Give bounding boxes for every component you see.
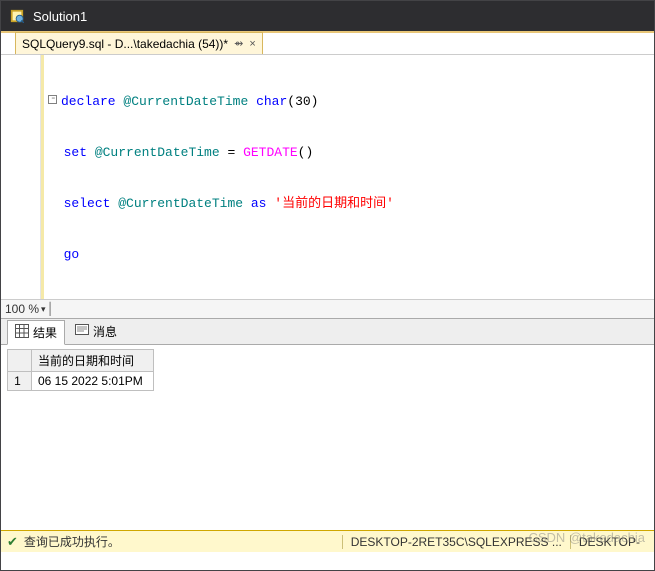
tab-results[interactable]: 结果 [7, 320, 65, 345]
table-header-row: 当前的日期和时间 [8, 350, 154, 372]
document-tab-label: SQLQuery9.sql - D...\takedachia (54))* [22, 37, 228, 51]
outline-toggle-icon[interactable] [48, 95, 57, 104]
column-header[interactable]: 当前的日期和时间 [32, 350, 154, 372]
close-icon[interactable]: × [249, 38, 255, 50]
table-row[interactable]: 1 06 15 2022 5:01PM [8, 372, 154, 391]
zoom-bar: 100 % ▾ ▏ [1, 299, 654, 319]
cell-value[interactable]: 06 15 2022 5:01PM [32, 372, 154, 391]
status-message: 查询已成功执行。 [24, 533, 120, 550]
tab-results-label: 结果 [33, 324, 57, 341]
title-bar: Solution1 [1, 1, 654, 31]
success-icon: ✔ [7, 534, 18, 550]
zoom-level[interactable]: 100 % [5, 302, 39, 316]
row-index[interactable]: 1 [8, 372, 32, 391]
row-header-blank[interactable] [8, 350, 32, 372]
chevron-down-icon[interactable]: ▾ [41, 304, 46, 315]
divider-icon: ▏ [50, 302, 59, 316]
editor-gutter [1, 55, 41, 299]
window-title: Solution1 [33, 9, 87, 24]
message-icon [75, 323, 89, 340]
tab-messages[interactable]: 消息 [67, 319, 125, 344]
document-tab-strip: SQLQuery9.sql - D...\takedachia (54))* ⇴… [1, 31, 654, 55]
document-tab[interactable]: SQLQuery9.sql - D...\takedachia (54))* ⇴… [15, 32, 263, 54]
pin-icon[interactable]: ⇴ [234, 37, 243, 50]
results-tab-strip: 结果 消息 [1, 319, 654, 345]
status-server: DESKTOP-2RET35C\SQLEXPRESS ... [342, 535, 570, 549]
editor-area: declare @CurrentDateTime char(30) set @C… [1, 55, 654, 299]
status-bar: ✔ 查询已成功执行。 DESKTOP-2RET35C\SQLEXPRESS ..… [1, 530, 654, 552]
results-table: 当前的日期和时间 1 06 15 2022 5:01PM [7, 349, 154, 391]
results-pane: 当前的日期和时间 1 06 15 2022 5:01PM [1, 345, 654, 530]
grid-icon [15, 324, 29, 341]
status-extra: DESKTOP- [570, 535, 648, 549]
sql-editor[interactable]: declare @CurrentDateTime char(30) set @C… [41, 55, 654, 299]
app-icon [9, 8, 25, 24]
tab-messages-label: 消息 [93, 323, 117, 340]
